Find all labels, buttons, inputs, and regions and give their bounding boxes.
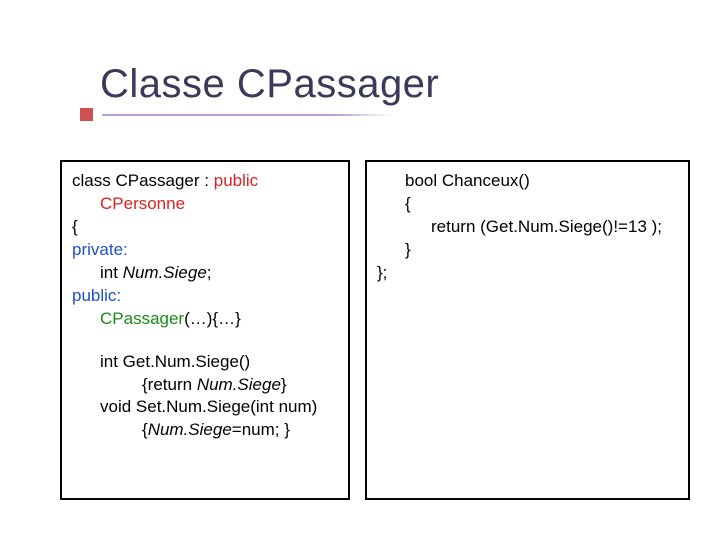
code-identifier: Num.Siege [148,420,232,439]
code-line: CPassager(…){…} [72,308,338,331]
code-line: bool Chanceux() [377,170,678,193]
code-text: class CPassager : [72,171,214,190]
code-line: { [72,216,338,239]
code-box-left: class CPassager : public CPersonne { pri… [60,160,350,500]
code-line: return (Get.Num.Siege()!=13 ); [377,216,678,239]
code-line: public: [72,285,338,308]
code-line: int Get.Num.Siege() [72,351,338,374]
code-line: }; [377,262,678,285]
code-text: =num; } [232,420,290,439]
code-text: {return [142,375,197,394]
blank-line [72,331,338,351]
code-line: {Num.Siege=num; } [72,419,338,442]
code-line: } [377,239,678,262]
slide-title-block: Classe CPassager [100,62,439,107]
code-text: (…){…} [184,309,241,328]
code-line: int Num.Siege; [72,262,338,285]
code-line: {return Num.Siege} [72,374,338,397]
title-accent-square [80,108,93,121]
code-identifier: Num.Siege [197,375,281,394]
code-identifier: Num.Siege [123,263,207,282]
code-box-right: bool Chanceux() { return (Get.Num.Siege(… [365,160,690,500]
code-text: int [100,263,123,282]
slide-title: Classe CPassager [100,62,439,107]
code-line: void Set.Num.Siege(int num) [72,396,338,419]
code-line: { [377,193,678,216]
code-keyword-public: public [214,171,258,190]
code-text: } [281,375,287,394]
code-constructor: CPassager [100,309,184,328]
code-text: ; [207,263,212,282]
title-underline [102,114,392,116]
code-line: private: [72,239,338,262]
code-line: class CPassager : public [72,170,338,193]
code-line: CPersonne [72,193,338,216]
